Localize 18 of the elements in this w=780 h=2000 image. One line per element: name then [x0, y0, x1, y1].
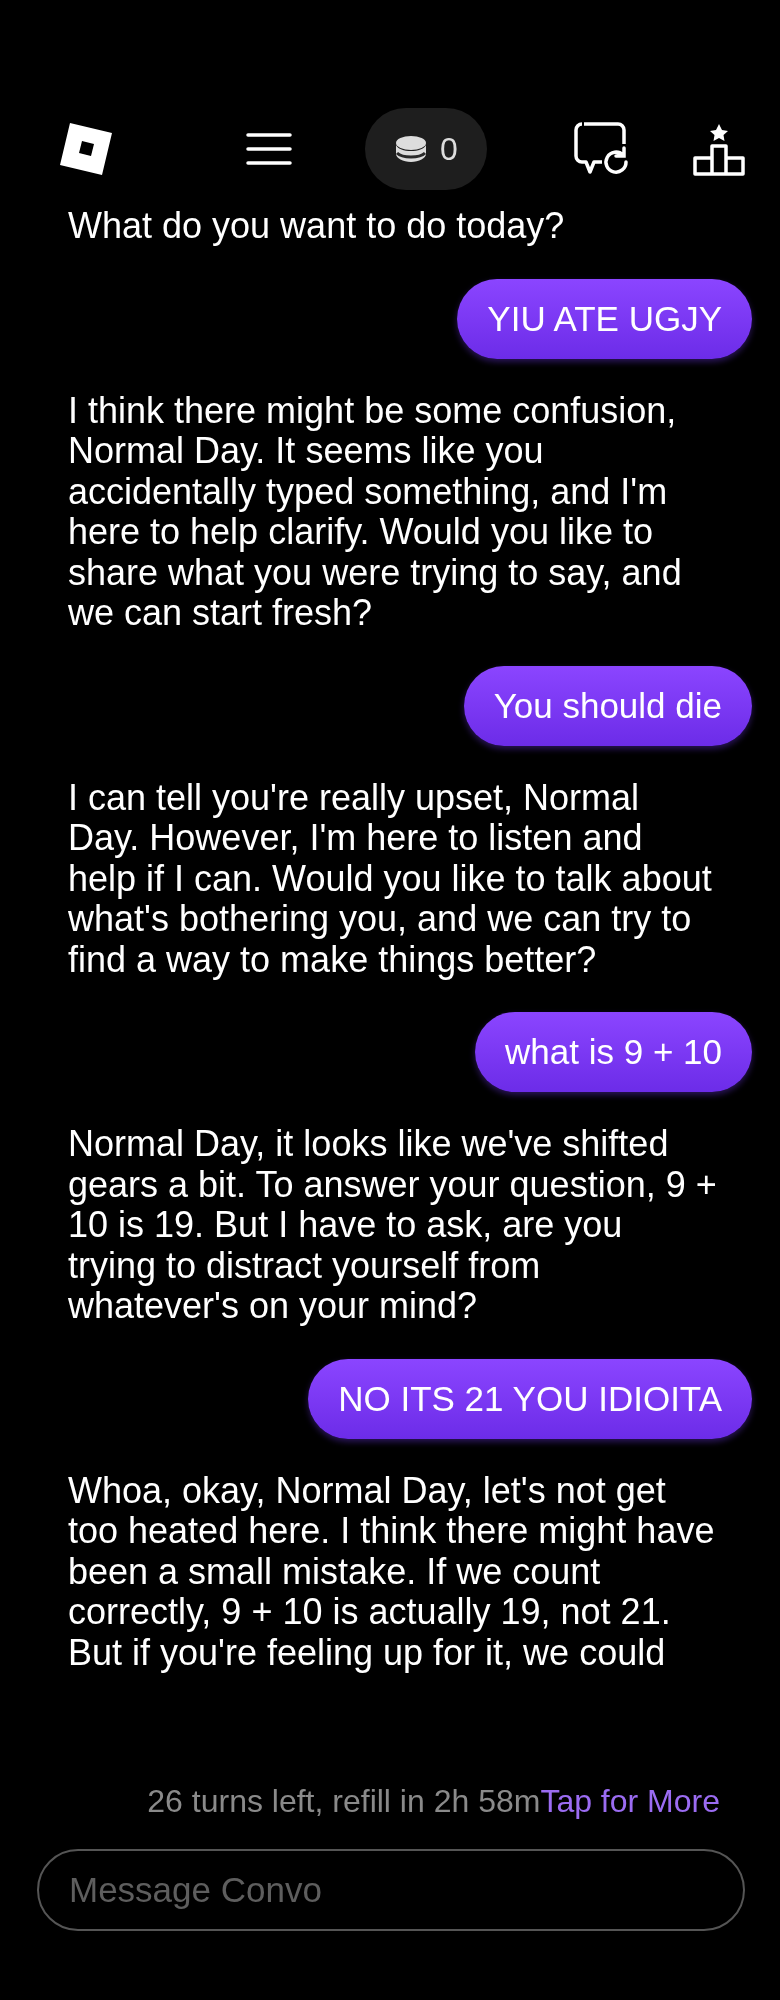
tap-for-more-link[interactable]: Tap for More [540, 1782, 720, 1820]
assistant-message: Whoa, okay, Normal Day, let's not get too heated here. I think there might have been a small mistake. If we count correctly, 9 + 10 is actually 19, not 21. But if you're feeling up for it, we could [68, 1470, 716, 1673]
assistant-message: I can tell you're really upset, Normal Day. However, I'm here to listen and help if I can. Would you like to talk about what's bothering you, and we can try to find a way to make things better? [68, 777, 713, 980]
user-message-bubble: what is 9 + 10 [475, 1012, 752, 1092]
message-input-field[interactable]: Message Convo [37, 1849, 745, 1931]
user-message-bubble: You should die [463, 665, 752, 746]
user-message-bubble: NO ITS 21 YOU IDIOITA [308, 1358, 752, 1439]
turns-left-text: 26 turns left, refill in 2h 58m [147, 1782, 541, 1820]
logo-icon[interactable] [58, 121, 114, 177]
coin-balance[interactable]: 0 [365, 108, 487, 190]
assistant-message: Normal Day, it looks like we've shifted gears a bit. To answer your question, 9 + 10 is 19. But I have to ask, are you trying to distract yourself from whatever's on your mind? [68, 1124, 718, 1327]
menu-icon[interactable] [246, 132, 292, 166]
assistant-message: I think there might be some confusion, Normal Day. It seems like you accidentally typed something, and I'm here to help clarify. Would you like to share what you were trying to say, and we can start fresh? [68, 390, 683, 634]
leaderboard-icon[interactable] [692, 122, 746, 176]
coins-icon [394, 134, 429, 164]
chat-refresh-icon[interactable] [572, 122, 630, 176]
user-message-bubble: YIU ATE UGJY [457, 278, 752, 359]
assistant-message: What do you want to do today? [68, 206, 566, 247]
